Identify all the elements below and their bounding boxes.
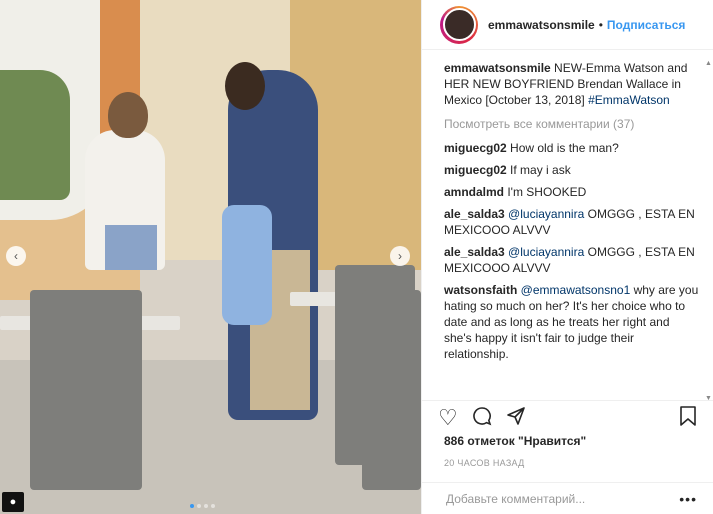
list-item: watsonsfaith @emmawatsonsno1 why are you… bbox=[444, 282, 699, 362]
photo-shirt bbox=[222, 205, 272, 325]
carousel-dots bbox=[190, 504, 215, 508]
comment-username[interactable]: amndalmd bbox=[444, 185, 504, 199]
header-username[interactable]: emmawatsonsmile bbox=[488, 18, 595, 32]
comment-icon[interactable] bbox=[472, 406, 492, 430]
post-photo[interactable]: ‹ › ● bbox=[0, 0, 421, 514]
heart-icon[interactable]: ♡ bbox=[438, 406, 458, 429]
comment-input[interactable] bbox=[444, 490, 680, 507]
photo-chair bbox=[30, 290, 142, 490]
share-icon[interactable] bbox=[506, 406, 526, 430]
chevron-left-icon: ‹ bbox=[14, 249, 18, 263]
carousel-dot bbox=[211, 504, 215, 508]
list-item: amndalmd I'm SHOOKED bbox=[444, 184, 699, 200]
follow-button[interactable]: Подписаться bbox=[607, 18, 685, 32]
comment-username[interactable]: ale_salda3 bbox=[444, 207, 505, 221]
avatar-image bbox=[442, 8, 476, 41]
chevron-right-icon: › bbox=[398, 249, 402, 263]
view-all-comments-link[interactable]: Посмотреть все комментарии (37) bbox=[444, 116, 699, 132]
carousel-dot bbox=[204, 504, 208, 508]
comment-text: If may i ask bbox=[506, 163, 571, 177]
next-photo-button[interactable]: › bbox=[390, 246, 410, 266]
carousel-dot bbox=[190, 504, 194, 508]
comment-username[interactable]: miguecg02 bbox=[444, 141, 507, 155]
photo-woman-shorts bbox=[105, 225, 157, 270]
comment-text: How old is the man? bbox=[506, 141, 619, 155]
comments-scrollbar[interactable]: ▲ ▼ bbox=[705, 60, 712, 402]
scroll-up-icon[interactable]: ▲ bbox=[705, 60, 712, 67]
photo-woman-head bbox=[108, 92, 148, 138]
post-header: emmawatsonsmile • Подписаться bbox=[422, 0, 713, 50]
user-tag-icon[interactable]: ● bbox=[2, 492, 24, 512]
caption: emmawatsonsmile NEW-Emma Watson and HER … bbox=[444, 60, 699, 108]
post-timestamp[interactable]: 20 ЧАСОВ НАЗАД bbox=[444, 458, 525, 468]
comment-username[interactable]: miguecg02 bbox=[444, 163, 507, 177]
likes-count[interactable]: 886 отметок "Нравится" bbox=[444, 434, 586, 448]
list-item: ale_salda3 @luciayannira OMGGG , ESTA EN… bbox=[444, 244, 699, 276]
add-comment-bar: ••• bbox=[422, 482, 713, 514]
avatar[interactable] bbox=[440, 5, 478, 44]
post-panel: emmawatsonsmile • Подписаться emmawatson… bbox=[421, 0, 713, 514]
comment-mention[interactable]: @luciayannira bbox=[505, 207, 584, 221]
comment-text: I'm SHOOKED bbox=[504, 185, 587, 199]
comment-username[interactable]: watsonsfaith bbox=[444, 283, 517, 297]
caption-hashtag[interactable]: #EmmaWatson bbox=[588, 93, 670, 107]
comment-mention[interactable]: @luciayannira bbox=[505, 245, 584, 259]
bookmark-icon[interactable] bbox=[679, 405, 697, 430]
previous-photo-button[interactable]: ‹ bbox=[6, 246, 26, 266]
caption-username[interactable]: emmawatsonsmile bbox=[444, 61, 551, 75]
comments-list: emmawatsonsmile NEW-Emma Watson and HER … bbox=[444, 60, 699, 398]
comment-username[interactable]: ale_salda3 bbox=[444, 245, 505, 259]
list-item: ale_salda3 @luciayannira OMGGG , ESTA EN… bbox=[444, 206, 699, 238]
more-options-icon[interactable]: ••• bbox=[679, 491, 697, 507]
photo-trees bbox=[0, 70, 70, 200]
photo-man-head bbox=[225, 62, 265, 110]
action-bar: ♡ bbox=[422, 400, 713, 434]
photo-chair bbox=[362, 290, 421, 490]
list-item: miguecg02 How old is the man? bbox=[444, 140, 699, 156]
carousel-dot bbox=[197, 504, 201, 508]
list-item: miguecg02 If may i ask bbox=[444, 162, 699, 178]
header-separator: • bbox=[598, 17, 603, 32]
comment-mention[interactable]: @emmawatsonsno1 bbox=[517, 283, 631, 297]
